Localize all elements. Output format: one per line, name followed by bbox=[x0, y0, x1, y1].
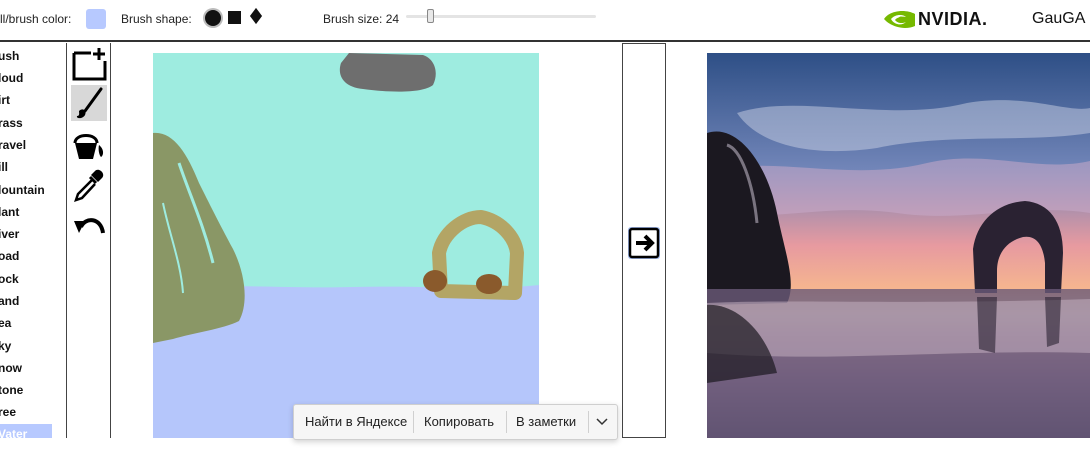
label-item-snow[interactable]: now bbox=[0, 358, 52, 378]
output-image bbox=[707, 53, 1090, 438]
drawing-canvas[interactable] bbox=[153, 53, 539, 438]
label-item-sand[interactable]: and bbox=[0, 291, 52, 311]
brush-shape-circle[interactable] bbox=[205, 10, 221, 26]
label-item-dirt[interactable]: irt bbox=[0, 90, 52, 110]
label-item-hill[interactable]: ill bbox=[0, 157, 52, 177]
selection-popup: Найти в Яндексе Копировать В заметки bbox=[293, 404, 618, 440]
popup-divider bbox=[413, 411, 414, 433]
label-item-river[interactable]: iver bbox=[0, 224, 52, 244]
chevron-down-icon bbox=[596, 418, 608, 426]
brush-tool-button[interactable] bbox=[71, 85, 107, 121]
nvidia-eye-icon bbox=[884, 11, 915, 28]
label-item-road[interactable]: oad bbox=[0, 246, 52, 266]
search-yandex-button[interactable]: Найти в Яндексе bbox=[305, 405, 407, 439]
brush-icon bbox=[76, 87, 103, 119]
label-item-gravel[interactable]: ravel bbox=[0, 135, 52, 155]
nvidia-wordmark: NVIDIA. bbox=[918, 9, 988, 29]
eyedropper-tool-button[interactable] bbox=[71, 167, 107, 203]
convert-button[interactable] bbox=[627, 226, 661, 260]
arrow-right-icon bbox=[628, 227, 660, 259]
popup-divider bbox=[506, 411, 507, 433]
save-to-notes-button[interactable]: В заметки bbox=[516, 405, 576, 439]
toolbar: ll/brush color: Brush shape: Brush size:… bbox=[0, 0, 1090, 42]
fill-color-swatch[interactable] bbox=[86, 9, 106, 29]
label-item-sea[interactable]: ea bbox=[0, 313, 52, 333]
undo-icon bbox=[74, 218, 105, 234]
label-item-rock[interactable]: ock bbox=[0, 269, 52, 289]
label-item-plant[interactable]: lant bbox=[0, 202, 52, 222]
brush-shape-diamond[interactable] bbox=[249, 7, 263, 25]
label-item-sky[interactable]: ky bbox=[0, 336, 52, 356]
label-item-water[interactable]: Vater bbox=[0, 424, 52, 438]
label-item-cloud[interactable]: loud bbox=[0, 68, 52, 88]
tool-column bbox=[66, 43, 111, 438]
label-item-stone[interactable]: tone bbox=[0, 380, 52, 400]
label-list: ush loud irt rass ravel ill lountain lan… bbox=[0, 42, 52, 438]
brush-size-slider-thumb[interactable] bbox=[427, 9, 434, 23]
new-canvas-button[interactable] bbox=[71, 45, 107, 81]
fill-color-label: ll/brush color: bbox=[0, 12, 72, 26]
label-item-mountain[interactable]: lountain bbox=[0, 180, 52, 200]
fill-tool-button[interactable] bbox=[71, 127, 107, 163]
fill-bucket-icon bbox=[73, 134, 104, 159]
more-options-button[interactable] bbox=[594, 405, 614, 439]
segmentation-map bbox=[153, 53, 539, 438]
copy-button[interactable]: Копировать bbox=[424, 405, 494, 439]
brush-size-label: Brush size: 24 bbox=[323, 12, 400, 26]
label-item-bush[interactable]: ush bbox=[0, 46, 52, 66]
label-item-grass[interactable]: rass bbox=[0, 113, 52, 133]
label-item-tree[interactable]: ree bbox=[0, 402, 52, 422]
brush-shape-label: Brush shape: bbox=[121, 12, 192, 26]
undo-button[interactable] bbox=[71, 209, 107, 245]
brush-size-slider[interactable] bbox=[406, 15, 596, 18]
popup-divider bbox=[588, 411, 589, 433]
brush-shape-square[interactable] bbox=[228, 11, 241, 24]
eyedropper-icon bbox=[74, 169, 104, 202]
new-canvas-icon bbox=[72, 48, 107, 81]
app-title: GauGA bbox=[1032, 10, 1086, 27]
